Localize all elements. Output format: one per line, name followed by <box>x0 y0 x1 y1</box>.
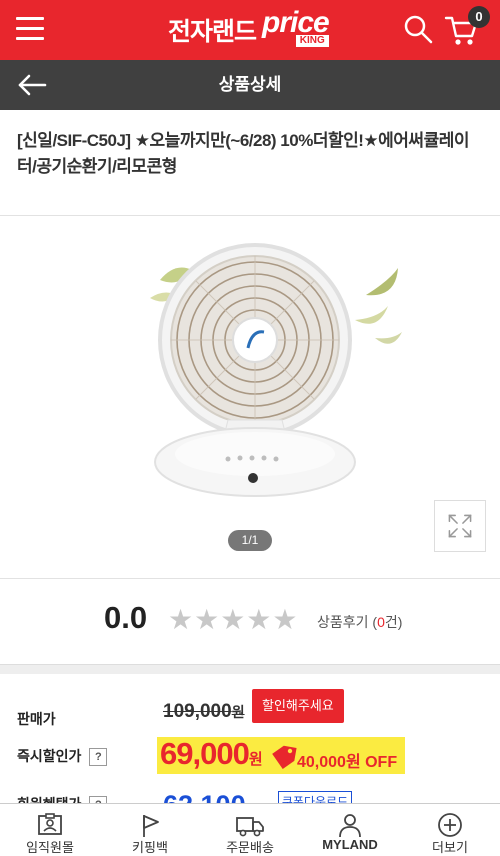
nav-order-delivery[interactable]: 주문배송 <box>200 804 300 855</box>
review-count: 0 <box>377 614 385 630</box>
image-page-indicator: 1/1 <box>228 530 272 551</box>
nav-myland[interactable]: MYLAND <box>300 804 400 853</box>
request-discount-button[interactable]: 할인해주세요 <box>252 689 344 723</box>
logo-text-kr: 전자랜드 <box>168 18 257 46</box>
section-divider <box>0 664 500 674</box>
nav-keeping-bag[interactable]: 키핑백 <box>100 804 200 855</box>
nav-more[interactable]: 더보기 <box>400 804 500 855</box>
top-header: 전자랜드 price KING 0 <box>0 0 500 60</box>
logo-text-en: price KING <box>262 6 330 47</box>
sale-price-label: 즉시할인가? <box>17 746 108 767</box>
rating-score: 0.0 <box>104 600 148 635</box>
nav-employee-mall[interactable]: 임직원몰 <box>0 804 100 855</box>
page-title: 상품상세 <box>218 75 282 94</box>
sub-header: 상품상세 <box>0 60 500 110</box>
person-icon <box>339 814 361 838</box>
discount-amount: 40,000원 OFF <box>297 754 398 771</box>
divider <box>0 578 500 579</box>
divider <box>0 215 500 216</box>
list-price-label: 판매가 <box>17 711 56 727</box>
cart-count-badge: 0 <box>468 6 490 28</box>
product-title: [신일/SIF-C50J] ★오늘까지만(~6/28) 10%더할인!★에어써큘… <box>17 131 469 176</box>
truck-icon <box>236 817 264 837</box>
flag-icon <box>143 815 159 837</box>
logo[interactable]: 전자랜드 price KING <box>168 6 330 52</box>
menu-icon[interactable] <box>16 17 44 41</box>
arrow-left-icon[interactable] <box>16 73 48 97</box>
list-price: 109,000원 <box>163 701 245 722</box>
sale-price: 69,000원 <box>160 736 263 771</box>
product-image <box>150 243 402 497</box>
zoom-expand-icon[interactable] <box>434 500 486 552</box>
rating-stars: ★★★★★ <box>168 604 299 635</box>
review-link[interactable]: 상품후기 (0건) <box>317 612 402 632</box>
help-icon[interactable]: ? <box>89 748 108 767</box>
bottom-navigation: 임직원몰 키핑백 주문배송 MYLAND 더보기 <box>0 803 500 855</box>
price-tag-icon <box>272 745 297 769</box>
plus-circle-icon <box>438 813 462 837</box>
id-card-icon <box>38 813 62 835</box>
search-icon[interactable] <box>402 13 434 45</box>
